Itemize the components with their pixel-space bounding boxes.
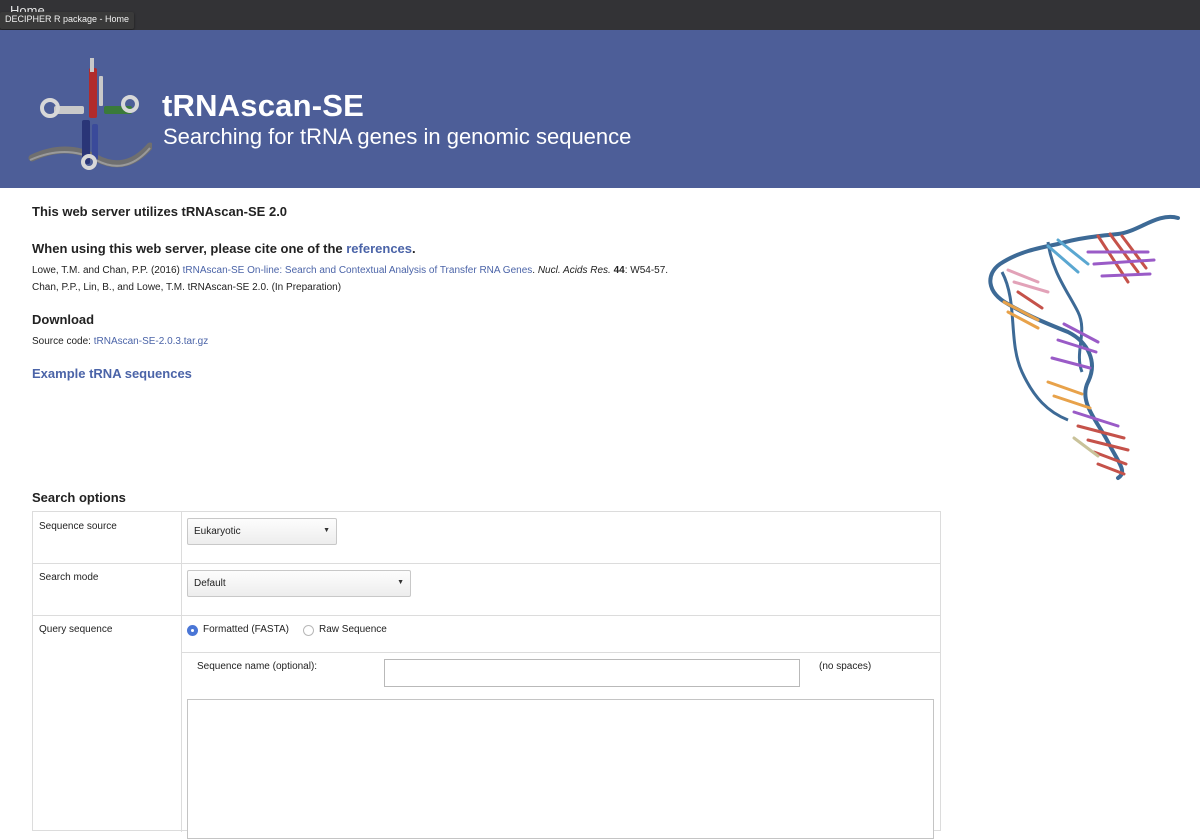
caret-down-icon: ▼ [397,579,404,586]
sequence-source-value: Eukaryotic [194,526,241,537]
reference-1-pages: : W54-57. [624,265,669,276]
reference-1-journal: Nucl. Acids Res. [537,265,611,276]
source-code-label: Source code: [32,336,94,347]
raw-sequence-radio[interactable] [303,625,314,636]
header-banner: tRNAscan-SE Searching for tRNA genes in … [0,30,1200,188]
sequence-source-label: Sequence source [39,521,117,532]
sequence-textarea[interactable] [187,699,934,839]
search-mode-select[interactable]: Default ▼ [187,570,411,597]
page-title: tRNAscan-SE [162,88,365,123]
download-heading: Download [32,312,95,327]
sequence-name-label: Sequence name (optional): [197,661,318,672]
browser-top-bar: Home DECIPHER R package - Home [0,0,1200,30]
source-code-line: Source code: tRNAscan-SE-2.0.3.tar.gz [32,336,208,347]
search-mode-label: Search mode [39,572,99,583]
references-link[interactable]: references [346,241,412,256]
raw-sequence-radio-label[interactable]: Raw Sequence [319,624,387,635]
sequence-name-input[interactable] [384,659,800,687]
citation-prefix: When using this web server, please cite … [32,241,347,256]
trnascan-logo-icon[interactable] [26,50,152,174]
reference-1-authors: Lowe, T.M. and Chan, P.P. (2016) [32,265,183,276]
search-mode-value: Default [194,578,226,589]
sequence-source-select[interactable]: Eukaryotic ▼ [187,518,337,545]
page-subtitle: Searching for tRNA genes in genomic sequ… [163,124,632,149]
search-options-table: Sequence source Eukaryotic ▼ Search mode… [32,511,941,839]
citation-suffix: . [412,241,416,256]
fasta-radio-label[interactable]: Formatted (FASTA) [203,624,289,635]
example-sequences-link[interactable]: Example tRNA sequences [32,366,192,381]
version-notice: This web server utilizes tRNAscan-SE 2.0 [32,204,288,219]
reference-1-title-link[interactable]: tRNAscan-SE On-line: Search and Contextu… [183,265,533,276]
citation-notice: When using this web server, please cite … [32,241,416,256]
reference-2: Chan, P.P., Lin, B., and Lowe, T.M. tRNA… [32,282,342,293]
search-options-heading: Search options [32,490,126,505]
fasta-radio[interactable] [187,625,198,636]
source-download-link[interactable]: tRNAscan-SE-2.0.3.tar.gz [94,336,209,347]
query-sequence-label: Query sequence [39,624,113,635]
no-spaces-hint: (no spaces) [819,661,872,672]
reference-1-volume: 44 [613,265,625,276]
trna-structure-image [988,214,1180,480]
reference-1: Lowe, T.M. and Chan, P.P. (2016) tRNAsca… [32,265,668,276]
caret-down-icon: ▼ [323,527,330,534]
link-tooltip: DECIPHER R package - Home [0,12,135,29]
